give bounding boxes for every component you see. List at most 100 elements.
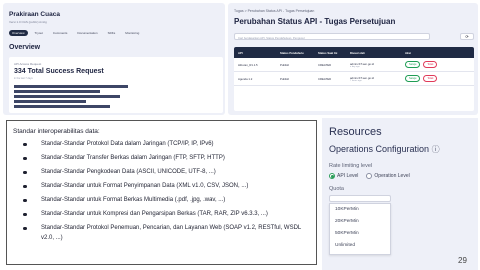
tab-sdks[interactable]: SDKs bbox=[105, 30, 119, 36]
request-bar-fill bbox=[14, 105, 110, 109]
quota-option[interactable]: 50KPerMin bbox=[330, 228, 390, 240]
list-item-text: Standar-Standar untuk Format Penyimpanan… bbox=[41, 183, 249, 189]
request-stats-card: API Access Request 334 Total Success Req… bbox=[9, 57, 223, 113]
row-proposer: admin-ST.sen.go.id a day ago bbox=[350, 62, 405, 68]
weather-api-subtitle: Versi 1.0 OAS (public) Amitg bbox=[9, 20, 47, 24]
row-proposer-name: admin-ST.sen.go.id bbox=[350, 75, 374, 80]
quota-label: Quota bbox=[329, 186, 344, 192]
row-proposer: admin-ST.sen.go.id 7 hours ago bbox=[350, 76, 405, 82]
table-row: Hiburan_R1.1.5 Publish CREATED admin-ST.… bbox=[234, 58, 474, 72]
row-current-status: CREATED bbox=[318, 62, 332, 67]
quota-dropdown-list: 10KPerMin 20KPerMin 50KPerMin Unlimited bbox=[329, 203, 391, 255]
bullet-icon bbox=[23, 212, 27, 216]
approve-button[interactable]: Setuju bbox=[405, 75, 421, 82]
tab-documentation[interactable]: Documentation bbox=[74, 30, 100, 36]
quota-select[interactable] bbox=[329, 195, 391, 202]
bullet-icon bbox=[23, 170, 27, 174]
operations-config-heading: Operations Configuration ⓘ bbox=[329, 144, 440, 155]
tab-monitoring[interactable]: Monitoring bbox=[122, 30, 142, 36]
operations-config-label: Operations Configuration bbox=[329, 144, 430, 154]
request-bar bbox=[14, 105, 134, 109]
bullet-icon bbox=[23, 184, 27, 188]
rate-limit-label: Rate limiting level bbox=[329, 163, 373, 169]
quota-option[interactable]: Unlimited bbox=[330, 240, 390, 252]
list-item-text: Standar-Standar Protokol Penemuan, Penca… bbox=[41, 225, 302, 241]
standards-text-box: Standar interoperabilitas data: Standar-… bbox=[6, 120, 317, 265]
column-api: API bbox=[238, 50, 243, 55]
api-level-radio[interactable]: API Level bbox=[329, 173, 358, 179]
standards-heading: Standar interoperabilitas data: bbox=[13, 128, 100, 135]
row-proposed-time: 7 hours ago bbox=[350, 79, 362, 82]
row-prev-status: Publish bbox=[280, 76, 290, 81]
request-bar-fill bbox=[14, 100, 86, 104]
row-proposer-name: admin-ST.sen.go.id bbox=[350, 61, 374, 66]
list-item: Standar-Standar untuk Format Penyimpanan… bbox=[13, 181, 313, 191]
row-api: Hiburan_R1.1.5 bbox=[238, 62, 258, 67]
list-item-text: Standar-Standar Transfer Berkas dalam Ja… bbox=[41, 155, 225, 161]
request-bar-track bbox=[14, 95, 134, 99]
card-note: in the last 7 days bbox=[14, 77, 33, 80]
request-bar bbox=[14, 100, 134, 104]
bullet-icon bbox=[23, 226, 27, 230]
list-item: Standar-Standar untuk Kompresi dan Penga… bbox=[13, 209, 313, 219]
standards-list: Standar-Standar Protokol Data dalam Jari… bbox=[13, 139, 313, 247]
slide: Prakiraan Cuaca Versi 1.0 OAS (public) A… bbox=[0, 0, 480, 270]
column-proposer: Diusul oleh bbox=[350, 50, 366, 55]
list-item: Standar-Standar Protokol Data dalam Jari… bbox=[13, 139, 313, 149]
bullet-icon bbox=[23, 142, 27, 146]
quota-option[interactable]: 10KPerMin bbox=[330, 204, 390, 216]
request-bar-fill bbox=[14, 85, 128, 89]
row-current-status: CREATED bbox=[318, 76, 332, 81]
request-bar bbox=[14, 85, 134, 89]
api-level-label: API Level bbox=[337, 173, 359, 179]
card-label: API Access Request bbox=[14, 62, 42, 66]
row-api: Agenda 1.2 bbox=[238, 76, 253, 81]
bullet-icon bbox=[23, 198, 27, 202]
weather-api-panel: Prakiraan Cuaca Versi 1.0 OAS (public) A… bbox=[3, 3, 225, 115]
reject-button[interactable]: Tolak bbox=[423, 75, 438, 82]
radio-unselected-icon bbox=[366, 173, 373, 179]
resources-title: Resources bbox=[329, 126, 382, 138]
quota-option[interactable]: 20KPerMin bbox=[330, 216, 390, 228]
list-item-text: Standar-Standar Pengkodean Data (ASCII, … bbox=[41, 169, 216, 175]
row-actions: Setuju Tolak bbox=[405, 61, 474, 68]
approval-table: API Status Pendahulu Status Saat Ini Diu… bbox=[234, 47, 474, 111]
operation-level-radio[interactable]: Operation Level bbox=[366, 173, 410, 179]
request-bar-track bbox=[14, 105, 134, 109]
overview-heading: Overview bbox=[9, 44, 41, 51]
row-prev-status: Publish bbox=[280, 62, 290, 67]
approval-task-panel: Tugas > Perubahan Status API - Tugas Per… bbox=[228, 3, 478, 115]
column-actions: Aksi bbox=[405, 50, 411, 55]
list-item: Standar-Standar Transfer Berkas dalam Ja… bbox=[13, 153, 313, 163]
info-icon[interactable]: ⓘ bbox=[432, 145, 440, 154]
list-item: Standar-Standar Pengkodean Data (ASCII, … bbox=[13, 167, 313, 177]
reject-button[interactable]: Tolak bbox=[423, 61, 438, 68]
refresh-icon[interactable]: ⟳ bbox=[460, 33, 474, 40]
row-proposed-time: a day ago bbox=[350, 65, 360, 68]
table-row: Agenda 1.2 Publish CREATED admin-ST.sen.… bbox=[234, 72, 474, 86]
request-bar bbox=[14, 90, 134, 94]
tab-overview[interactable]: Overview bbox=[9, 30, 28, 36]
breadcrumb[interactable]: Tugas > Perubahan Status API - Tugas Per… bbox=[234, 9, 314, 13]
table-header: API Status Pendahulu Status Saat Ini Diu… bbox=[234, 47, 474, 58]
request-bar-fill bbox=[14, 95, 120, 99]
bullet-icon bbox=[23, 156, 27, 160]
approve-button[interactable]: Setuju bbox=[405, 61, 421, 68]
column-prev-status: Status Pendahulu bbox=[280, 50, 304, 55]
page-title: Perubahan Status API - Tugas Persetujuan bbox=[234, 17, 396, 26]
row-actions: Setuju Tolak bbox=[405, 75, 474, 82]
weather-api-title: Prakiraan Cuaca bbox=[9, 11, 60, 18]
column-current-status: Status Saat Ini bbox=[318, 50, 338, 55]
page-number: 29 bbox=[458, 256, 467, 265]
request-bar-track bbox=[14, 100, 134, 104]
radio-selected-icon bbox=[329, 173, 335, 179]
search-input[interactable]: Cari berdasarkan API, Status Pendahuluan… bbox=[234, 33, 430, 40]
list-item-text: Standar-Standar Protokol Data dalam Jari… bbox=[41, 141, 214, 147]
tab-tryout[interactable]: Tryout bbox=[32, 30, 46, 36]
resources-panel: Resources Operations Configuration ⓘ Rat… bbox=[322, 118, 478, 270]
tab-comments[interactable]: Comments bbox=[50, 30, 71, 36]
list-item: Standar-Standar untuk Format Berkas Mult… bbox=[13, 195, 313, 205]
operation-level-label: Operation Level bbox=[374, 173, 410, 179]
rate-limit-options: API Level Operation Level bbox=[329, 173, 410, 179]
request-bar bbox=[14, 95, 134, 99]
